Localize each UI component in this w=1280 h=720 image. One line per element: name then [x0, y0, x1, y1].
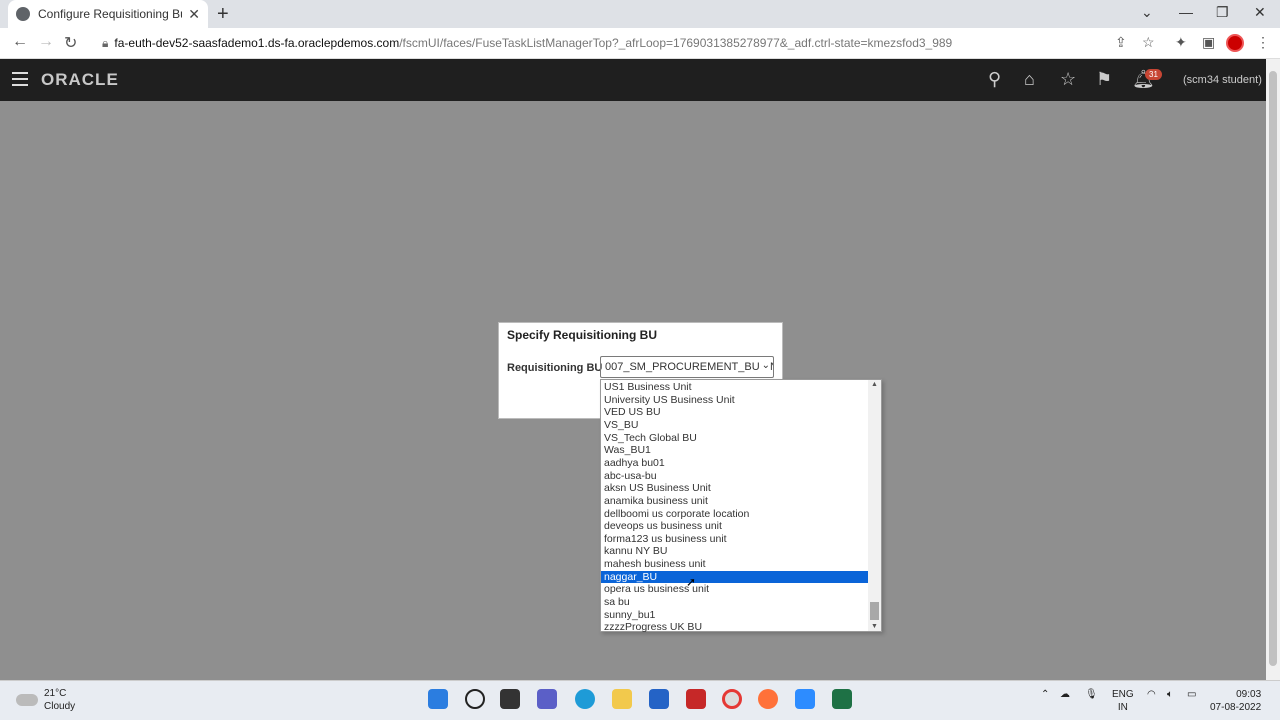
- favorites-star-icon[interactable]: ☆: [1060, 69, 1076, 90]
- task-view-icon[interactable]: [500, 689, 520, 709]
- mouse-cursor-icon: ➚: [686, 575, 697, 589]
- dropdown-option[interactable]: VS_Tech Global BU: [601, 432, 869, 445]
- url-field[interactable]: 🔒︎ fa-euth-dev52-saasfademo1.ds-fa.oracle…: [102, 36, 952, 51]
- tray-chevron-icon[interactable]: ⌃: [1041, 689, 1049, 700]
- dropdown-option[interactable]: anamika business unit: [601, 495, 869, 508]
- address-bar: ← → ↻ 🔒︎ fa-euth-dev52-saasfademo1.ds-fa.…: [0, 28, 1280, 59]
- scroll-up-icon[interactable]: ▲: [871, 381, 878, 388]
- oracle-logo: ORACLE: [41, 70, 119, 89]
- new-tab-button[interactable]: +: [217, 3, 229, 26]
- hamburger-menu-icon[interactable]: [12, 72, 28, 90]
- search-taskbar-icon[interactable]: [465, 689, 485, 709]
- browser-menu-icon[interactable]: ⋮: [1256, 34, 1270, 51]
- forward-icon[interactable]: →: [38, 33, 54, 51]
- firefox-icon[interactable]: [758, 689, 778, 709]
- site-favicon-icon: [16, 7, 30, 21]
- file-explorer-icon[interactable]: [612, 689, 632, 709]
- dropdown-option[interactable]: naggar_BU: [601, 570, 869, 584]
- battery-icon[interactable]: ▭: [1187, 689, 1196, 700]
- requisitioning-bu-select[interactable]: 007_SM_PROCUREMENT_BUSINESS_UNIT ⌄: [600, 356, 774, 378]
- dropdown-option[interactable]: Was_BU1: [601, 444, 869, 457]
- oracle-header: ORACLE ⚲ ⌂ ☆ ⚑ 🔔︎: [0, 59, 1266, 101]
- dropdown-option[interactable]: opera us business unit: [601, 583, 869, 596]
- chrome-icon[interactable]: [722, 689, 742, 709]
- dropdown-option[interactable]: forma123 us business unit: [601, 533, 869, 546]
- dropdown-option[interactable]: zzzzProgress UK BU: [601, 621, 869, 634]
- mcafee-icon[interactable]: [686, 689, 706, 709]
- bookmark-star-icon[interactable]: ☆: [1142, 34, 1155, 51]
- dropdown-option[interactable]: dellboomi us corporate location: [601, 508, 869, 521]
- browser-tab[interactable]: Configure Requisitioning Busine ✕: [8, 0, 208, 28]
- bu-dropdown-list[interactable]: US1 Business Unit University US Business …: [600, 379, 882, 634]
- chevron-down-icon: ⌄: [759, 360, 770, 371]
- restore-icon[interactable]: ❐: [1216, 4, 1229, 21]
- tab-title: Configure Requisitioning Busine: [38, 7, 182, 21]
- dialog-title: Specify Requisitioning BU: [507, 328, 658, 342]
- volume-icon[interactable]: 🔈︎: [1167, 689, 1173, 700]
- dropdown-option[interactable]: deveops us business unit: [601, 520, 869, 533]
- edge-icon[interactable]: [575, 689, 595, 709]
- clock[interactable]: 09:03 07-08-2022: [1210, 688, 1261, 714]
- dropdown-option[interactable]: abc-usa-bu: [601, 470, 869, 483]
- browser-tab-strip: Configure Requisitioning Busine ✕ + ⌄ — …: [0, 0, 1280, 28]
- profile-avatar[interactable]: [1226, 34, 1244, 52]
- dropdown-option[interactable]: aksn US Business Unit: [601, 482, 869, 495]
- user-menu[interactable]: (scm34 student): [1183, 74, 1262, 86]
- notification-badge: 31: [1145, 69, 1162, 80]
- dropdown-option[interactable]: mahesh business unit: [601, 558, 869, 571]
- microphone-icon[interactable]: 🎙︎: [1085, 689, 1098, 700]
- watchlist-flag-icon[interactable]: ⚑: [1096, 69, 1112, 90]
- dropdown-option[interactable]: VED US BU: [601, 406, 869, 419]
- windows-start-icon[interactable]: [428, 689, 448, 709]
- tab-search-icon[interactable]: ⌄: [1141, 4, 1153, 21]
- dropdown-option[interactable]: US1 Business Unit: [601, 381, 869, 394]
- store-icon[interactable]: [649, 689, 669, 709]
- home-icon[interactable]: ⌂: [1024, 69, 1035, 90]
- onedrive-icon[interactable]: ☁: [1060, 689, 1070, 700]
- requisitioning-bu-label: Requisitioning BU: [507, 362, 603, 374]
- wifi-icon[interactable]: ◠: [1147, 689, 1156, 700]
- dropdown-option[interactable]: kannu NY BU: [601, 545, 869, 558]
- dropdown-option[interactable]: aadhya bu01: [601, 457, 869, 470]
- chat-icon[interactable]: [537, 689, 557, 709]
- dropdown-option[interactable]: sunny_bu1: [601, 609, 869, 622]
- reload-icon[interactable]: ↻: [64, 33, 77, 53]
- search-icon[interactable]: ⚲: [988, 69, 1001, 90]
- zoom-icon[interactable]: [795, 689, 815, 709]
- lock-icon: 🔒︎: [102, 36, 109, 50]
- scroll-down-icon[interactable]: ▼: [871, 623, 878, 630]
- cloud-icon: [16, 694, 38, 706]
- back-icon[interactable]: ←: [12, 33, 28, 51]
- weather-widget[interactable]: 21°C Cloudy: [16, 687, 75, 713]
- dropdown-option[interactable]: University US Business Unit: [601, 394, 869, 407]
- page-scrollbar[interactable]: [1266, 59, 1280, 680]
- tab-close-icon[interactable]: ✕: [188, 6, 200, 23]
- excel-icon[interactable]: [832, 689, 852, 709]
- dropdown-option[interactable]: VS_BU: [601, 419, 869, 432]
- language-indicator[interactable]: ENG IN: [1112, 688, 1134, 714]
- minimize-icon[interactable]: —: [1179, 4, 1193, 20]
- dropdown-scrollbar[interactable]: ▲ ▼: [868, 380, 881, 631]
- share-icon[interactable]: ⇪: [1115, 34, 1127, 51]
- extensions-icon[interactable]: ✦: [1175, 34, 1187, 51]
- side-panel-icon[interactable]: ▣: [1202, 34, 1215, 51]
- close-window-icon[interactable]: ✕: [1254, 4, 1266, 21]
- dropdown-option[interactable]: sa bu: [601, 596, 869, 609]
- windows-taskbar: 21°C Cloudy ⌃ ☁ 🎙︎ ENG IN ◠ 🔈︎ ▭ 09:03 0…: [0, 680, 1280, 720]
